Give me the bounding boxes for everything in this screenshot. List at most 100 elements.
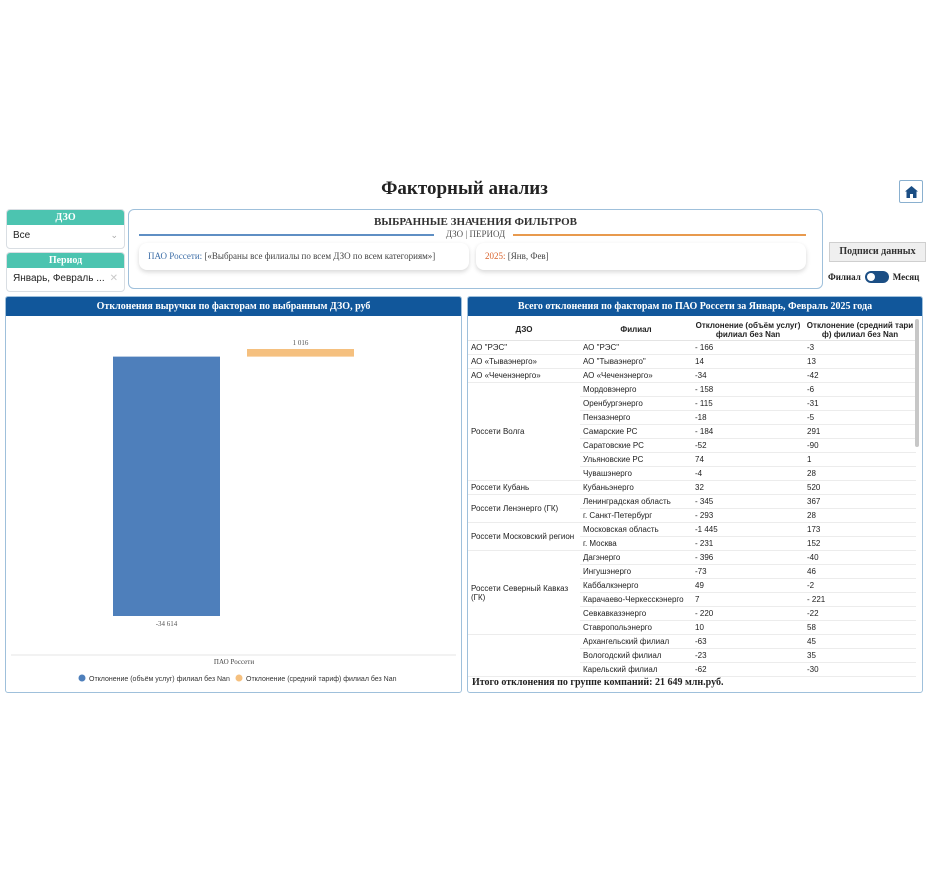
tariff-deviation-cell: 291: [804, 424, 916, 439]
tariff-deviation-cell: 152: [804, 536, 916, 551]
branch-cell: г. Москва: [580, 536, 692, 551]
period-slicer[interactable]: Период Январь, Февраль ... ✕: [6, 252, 125, 292]
chart-panel-title: Отклонения выручки по факторам по выбран…: [6, 297, 461, 316]
dzo-cell: Россети Кубань: [468, 480, 580, 495]
tariff-deviation-cell: 367: [804, 494, 916, 509]
branch-cell: Самарские РС: [580, 424, 692, 439]
table-row[interactable]: Архангельский филиал -63 45: [468, 634, 916, 677]
tariff-deviation-cell: 173: [804, 522, 916, 537]
dzo-cell: Россети Волга: [468, 382, 580, 481]
table-row[interactable]: Россети Кубань Кубаньэнерго 32 520: [468, 480, 916, 495]
volume-deviation-cell: -18: [692, 410, 804, 425]
table-row[interactable]: Россети Волга Мордовэнерго - 158 -6: [468, 382, 916, 481]
table-row[interactable]: Россети Ленэнерго (ГК) Ленинградская обла…: [468, 494, 916, 523]
tariff-deviation-cell: -6: [804, 382, 916, 397]
table-scrollbar[interactable]: [915, 319, 919, 447]
filters-title: ВЫБРАННЫЕ ЗНАЧЕНИЯ ФИЛЬТРОВ: [373, 216, 578, 228]
branch-cell: Саратовские РС: [580, 438, 692, 453]
revenue-factor-chart-panel: Отклонения выручки по факторам по выбран…: [5, 296, 462, 693]
table-row[interactable]: Россети Московский регион Московская обла…: [468, 522, 916, 551]
volume-deviation-cell: 14: [692, 354, 804, 369]
volume-deviation-cell: -73: [692, 564, 804, 579]
tariff-deviation-cell: -2: [804, 578, 916, 593]
data-labels-button[interactable]: Подписи данных: [829, 242, 926, 262]
page-title: Факторный анализ: [381, 178, 548, 199]
table-row[interactable]: Россети Северный Кавказ (ГК) Дагэнерго - 3…: [468, 550, 916, 635]
volume-deviation-cell: 74: [692, 452, 804, 467]
volume-deviation-cell: -63: [692, 634, 804, 649]
dzo-cell: АО «Тываэнерго»: [468, 354, 580, 369]
factor-chart: -34 614 1 016 ПАО Россети Отклонение (объём…: [11, 339, 456, 683]
factor-table-container[interactable]: ДЗО Филиал Отклонение (объём услуг) фили…: [468, 319, 920, 680]
data-label: 1 016: [293, 339, 309, 347]
tariff-deviation-cell: -31: [804, 396, 916, 411]
data-label: -34 614: [156, 620, 178, 628]
column-header-volume-deviation[interactable]: Отклонение (объём услуг) филиал без Nan: [692, 319, 804, 341]
filters-subtitle: ДЗО | ПЕРИОД: [441, 229, 510, 239]
branch-cell: Московская область: [580, 522, 692, 537]
legend-marker: [78, 674, 86, 682]
branch-cell: Каббалкэнерго: [580, 578, 692, 593]
volume-deviation-cell: - 220: [692, 606, 804, 621]
table-panel-title: Всего отклонения по факторам по ПАО Росс…: [468, 297, 922, 316]
period-slicer-value: Январь, Февраль ...: [13, 273, 105, 284]
volume-deviation-cell: - 345: [692, 494, 804, 509]
clear-icon[interactable]: ✕: [110, 273, 118, 284]
dzo-cell: АО "РЭС": [468, 340, 580, 355]
dzo-filter-card: ПАО Россети: [«Выбраны все филиалы по вс…: [139, 243, 469, 270]
branch-cell: Ингушэнерго: [580, 564, 692, 579]
x-tick-label: ПАО Россети: [214, 658, 254, 666]
volume-deviation-cell: 10: [692, 620, 804, 635]
branch-cell: АО «Чеченэнерго»: [580, 368, 692, 383]
volume-deviation-cell: 49: [692, 578, 804, 593]
column-header-branch[interactable]: Филиал: [580, 319, 692, 341]
branch-cell: Чувашэнерго: [580, 466, 692, 481]
home-button[interactable]: [899, 180, 923, 203]
tariff-deviation-cell: -90: [804, 438, 916, 453]
chevron-down-icon[interactable]: ⌄: [110, 230, 118, 241]
table-row[interactable]: АО "РЭС" АО "РЭС" - 166 -3: [468, 340, 916, 355]
branch-cell: Оренбургэнерго: [580, 396, 692, 411]
dzo-slicer[interactable]: ДЗО Все ⌄: [6, 209, 125, 249]
tariff-deviation-cell: 28: [804, 466, 916, 481]
branch-cell: Пензаэнерго: [580, 410, 692, 425]
branch-month-toggle[interactable]: [864, 271, 889, 283]
tariff-deviation-cell: 35: [804, 648, 916, 663]
selected-filters-panel: ВЫБРАННЫЕ ЗНАЧЕНИЯ ФИЛЬТРОВ ДЗО | ПЕРИОД…: [128, 209, 823, 289]
dzo-slicer-label: ДЗО: [7, 210, 124, 225]
volume-deviation-cell: - 158: [692, 382, 804, 397]
factor-table: ДЗО Филиал Отклонение (объём услуг) фили…: [468, 319, 916, 677]
volume-deviation-cell: - 293: [692, 508, 804, 523]
tariff-deviation-cell: 1: [804, 452, 916, 467]
branch-cell: Ставропольэнерго: [580, 620, 692, 635]
table-row[interactable]: АО «Тываэнерго» АО "Тываэнерго" 14 13: [468, 354, 916, 369]
column-header-tariff-deviation[interactable]: Отклонение (средний тари ф) филиал без N…: [804, 319, 916, 341]
branch-cell: Карачаево-Черкесскэнерго: [580, 592, 692, 607]
tariff-deviation-cell: -3: [804, 340, 916, 355]
volume-deviation-cell: - 115: [692, 396, 804, 411]
column-header-dzo[interactable]: ДЗО: [468, 319, 580, 341]
tariff-deviation-cell: -5: [804, 410, 916, 425]
legend-label: Отклонение (объём услуг) филиал без Nan: [89, 675, 230, 683]
period-slicer-label: Период: [7, 253, 124, 268]
volume-deviation-cell: - 231: [692, 536, 804, 551]
tariff-deviation-cell: 13: [804, 354, 916, 369]
filters-rule-blue: [139, 234, 434, 236]
tariff-deviation-cell: 28: [804, 508, 916, 523]
branch-cell: г. Санкт-Петербург: [580, 508, 692, 523]
branch-cell: Мордовэнерго: [580, 382, 692, 397]
tariff-deviation-cell: -30: [804, 662, 916, 677]
tariff-deviation-cell: 58: [804, 620, 916, 635]
volume-deviation-cell: 32: [692, 480, 804, 495]
branch-cell: Кубаньэнерго: [580, 480, 692, 495]
tariff-deviation-cell: 45: [804, 634, 916, 649]
tariff-deviation-cell: -22: [804, 606, 916, 621]
branch-cell: Вологодский филиал: [580, 648, 692, 663]
dzo-cell: Россети Северный Кавказ (ГК): [468, 550, 580, 635]
home-icon: [904, 185, 918, 198]
branch-cell: АО "РЭС": [580, 340, 692, 355]
branch-cell: Севкавказэнерго: [580, 606, 692, 621]
table-row[interactable]: АО «Чеченэнерго» АО «Чеченэнерго» -34 -42: [468, 368, 916, 383]
branch-cell: Ленинградская область: [580, 494, 692, 509]
dzo-cell: Россети Ленэнерго (ГК): [468, 494, 580, 523]
